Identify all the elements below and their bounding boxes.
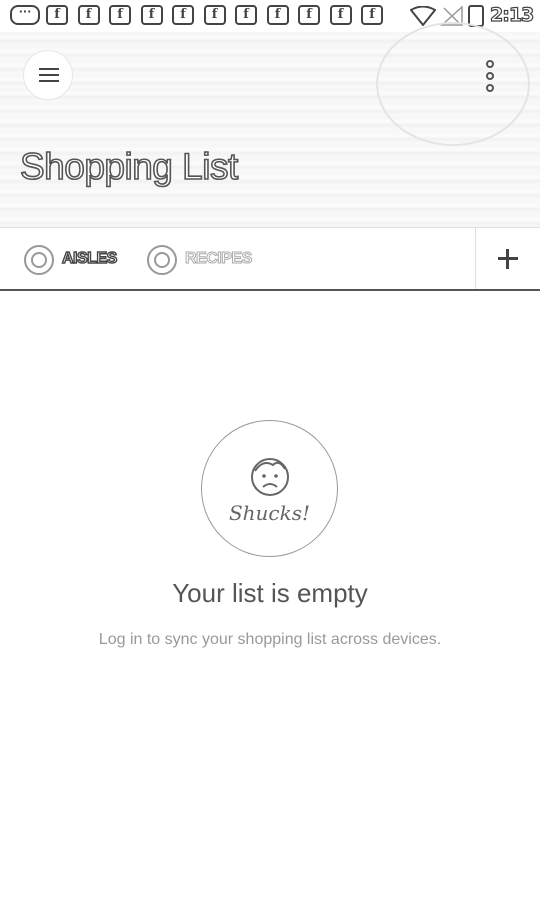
header-background-plate [376, 22, 530, 146]
tab-recipes-label: RECIPES [185, 250, 253, 268]
facebook-notification-icon: f [298, 5, 320, 25]
status-time: 2:13 [489, 3, 534, 26]
facebook-notification-icon: f [46, 5, 68, 25]
empty-state-subtitle: Log in to sync your shopping list across… [98, 631, 442, 648]
facebook-notification-icon: f [172, 5, 194, 25]
facebook-notification-icon: f [361, 5, 383, 25]
radio-recipes[interactable] [147, 245, 177, 275]
facebook-notification-icon: f [77, 5, 100, 25]
hamburger-menu-icon [39, 68, 59, 70]
add-item-button[interactable] [475, 228, 540, 289]
facebook-notification-icon: f [235, 5, 257, 25]
app-header: Shopping List [0, 22, 540, 228]
message-icon: ··· [10, 5, 40, 25]
facebook-notification-icon: f [140, 5, 163, 25]
facebook-notification-icon: f [266, 5, 289, 25]
facebook-notification-icon: f [329, 5, 352, 25]
empty-state-badge: Shucks! [201, 420, 338, 557]
sad-face-icon [251, 458, 289, 496]
tab-bar: AISLES RECIPES [0, 228, 540, 291]
wifi-icon [410, 6, 436, 26]
tab-recipes[interactable]: RECIPES [147, 245, 267, 275]
tab-aisles-label: AISLES [61, 249, 118, 267]
facebook-notification-icon: f [203, 5, 226, 25]
badge-text: Shucks! [228, 501, 311, 525]
menu-button[interactable] [23, 50, 73, 100]
overflow-vertical-icon[interactable] [484, 60, 496, 94]
tab-aisles[interactable]: AISLES [24, 245, 134, 275]
page-title: Shopping List [19, 145, 239, 188]
radio-aisles[interactable] [24, 245, 54, 275]
empty-state-title: Your list is empty [172, 578, 368, 608]
facebook-notification-icon: f [109, 5, 131, 25]
